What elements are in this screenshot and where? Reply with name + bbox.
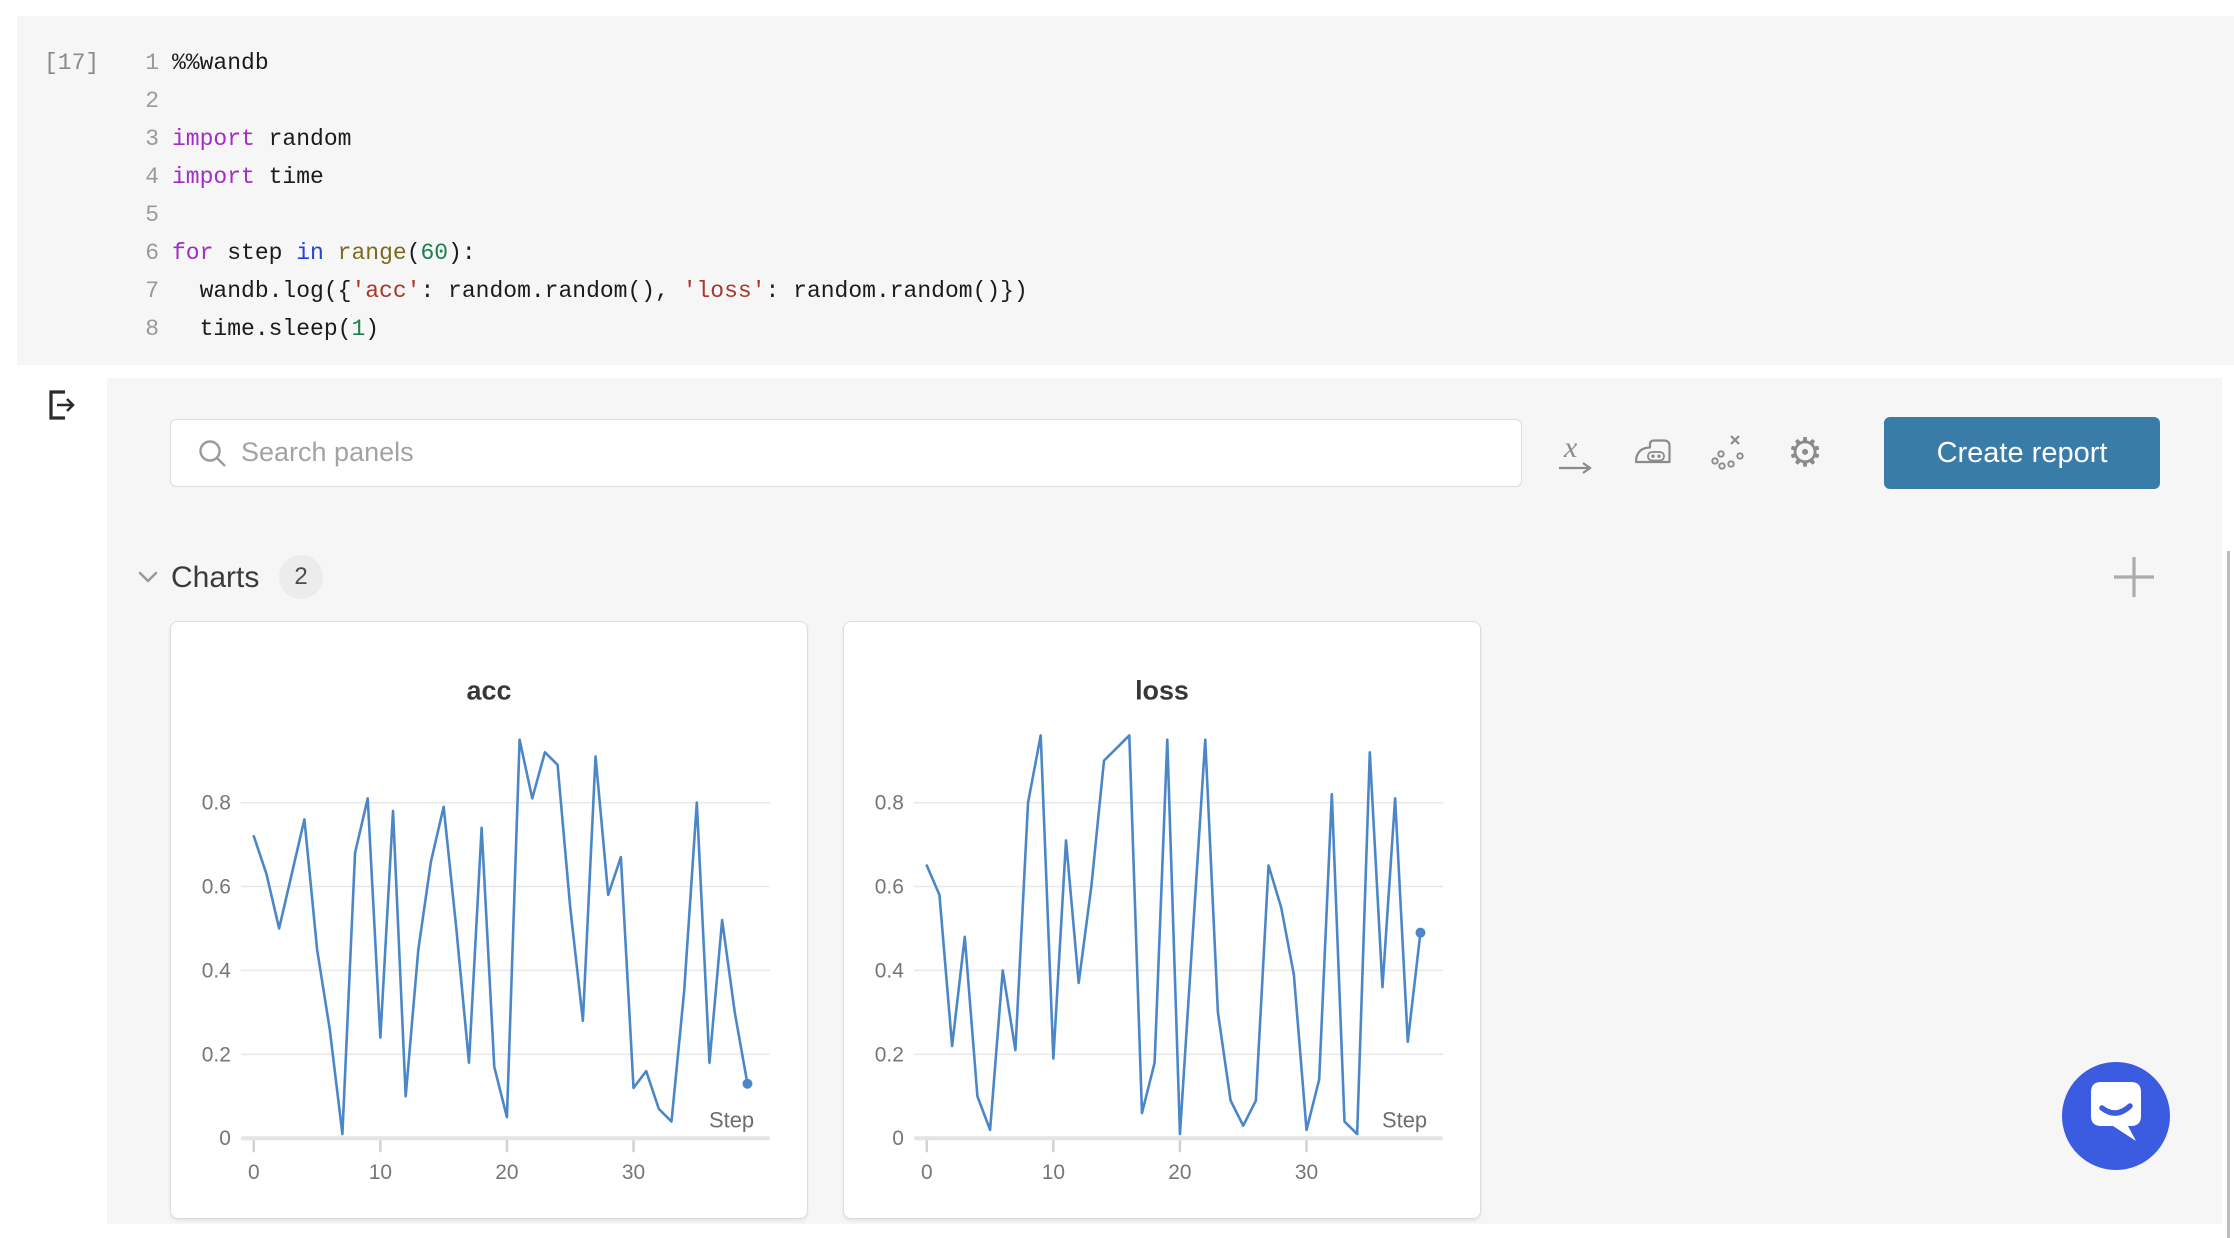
x-axis-expression-icon: x	[1554, 464, 1600, 479]
y-tick-label: 0.6	[875, 875, 904, 898]
line-number: 3	[17, 120, 159, 158]
y-tick-label: 0.2	[875, 1043, 904, 1066]
x-tick-label: 20	[1168, 1161, 1191, 1184]
line-chart-acc: 0 0.2 0.4 0.6 0.8 0 10 20 30 Step acc	[171, 622, 807, 1218]
wandb-panel: x	[107, 378, 2222, 1224]
x-axis-expression-button[interactable]: x	[1554, 430, 1600, 476]
y-tick-label: 0.8	[875, 792, 904, 815]
y-tick-label: 0.8	[202, 792, 231, 815]
x-tick-label: 10	[369, 1161, 392, 1184]
y-tick-label: 0.4	[875, 959, 904, 982]
section-title: Charts	[171, 561, 259, 595]
chat-bubble-icon	[2062, 1158, 2170, 1173]
line-number: 7	[17, 272, 159, 310]
code-text: import random	[172, 120, 351, 158]
collapse-section-button[interactable]	[131, 560, 165, 594]
plus-icon	[2109, 590, 2159, 605]
line-number: 6	[17, 234, 159, 272]
outliers-button[interactable]	[1706, 430, 1752, 476]
settings-button[interactable]: ⚙	[1782, 430, 1828, 476]
line-number: 1	[17, 44, 159, 82]
panel-count-badge: 2	[279, 555, 323, 599]
charts-section-header: Charts 2	[107, 546, 2222, 610]
series-line-loss	[927, 735, 1421, 1134]
search-bar	[170, 419, 1522, 487]
chart-panel-loss[interactable]: 0 0.2 0.4 0.6 0.8 0 10 20 30 Step loss	[843, 621, 1481, 1219]
code-line[interactable]: 4 import time	[17, 158, 2234, 196]
x-tick-label: 30	[622, 1161, 645, 1184]
vertical-scrollbar[interactable]	[2227, 551, 2230, 1238]
chart-title: loss	[1135, 676, 1189, 706]
last-point-marker	[742, 1079, 752, 1089]
intercom-launcher[interactable]	[2062, 1062, 2170, 1170]
code-text: import time	[172, 158, 324, 196]
settings-gear-icon: ⚙	[1782, 430, 1828, 476]
line-number: 8	[17, 310, 159, 348]
chevron-down-icon	[131, 582, 165, 597]
x-axis-label: Step	[709, 1107, 754, 1132]
x-tick-label: 0	[921, 1161, 933, 1184]
x-tick-label: 0	[248, 1161, 260, 1184]
code-line[interactable]: 8 time.sleep(1)	[17, 310, 2234, 348]
create-report-button[interactable]: Create report	[1884, 417, 2160, 489]
code-line[interactable]: 7 wandb.log({'acc': random.random(), 'lo…	[17, 272, 2234, 310]
series-line-acc	[254, 740, 748, 1134]
chart-panel-acc[interactable]: 0 0.2 0.4 0.6 0.8 0 10 20 30 Step acc	[170, 621, 808, 1219]
line-number: 5	[17, 196, 159, 234]
x-axis-label: Step	[1382, 1107, 1427, 1132]
code-text: for step in range(60):	[172, 234, 476, 272]
line-chart-loss: 0 0.2 0.4 0.6 0.8 0 10 20 30 Step loss	[844, 622, 1480, 1218]
code-line[interactable]: 2	[17, 82, 2234, 120]
code-line[interactable]: 3 import random	[17, 120, 2234, 158]
outliers-icon	[1706, 464, 1752, 479]
x-tick-label: 20	[495, 1161, 518, 1184]
chart-title: acc	[467, 676, 512, 706]
svg-text:x: x	[1563, 431, 1578, 464]
code-text: %%wandb	[172, 44, 269, 82]
pop-out-button[interactable]	[38, 382, 82, 426]
add-panel-button[interactable]	[2109, 552, 2159, 602]
code-editor[interactable]: 1 %%wandb 23 import random 4 import time 56 for…	[17, 44, 2234, 348]
y-tick-label: 0.6	[202, 875, 231, 898]
smoothing-iron-icon	[1630, 464, 1676, 479]
notebook-code-cell[interactable]: [17] 1%%wandb23import random4import time…	[17, 16, 2234, 365]
code-line[interactable]: 1 %%wandb	[17, 44, 2234, 82]
last-point-marker	[1415, 928, 1425, 938]
search-input[interactable]	[241, 422, 1501, 482]
screen: [17] 1%%wandb23import random4import time…	[0, 0, 2234, 1238]
y-tick-label: 0.2	[202, 1043, 231, 1066]
code-line[interactable]: 5	[17, 196, 2234, 234]
y-tick-label: 0	[219, 1127, 231, 1150]
pop-out-icon	[38, 414, 82, 429]
smoothing-button[interactable]	[1630, 430, 1676, 476]
y-tick-label: 0.4	[202, 959, 231, 982]
code-line[interactable]: 6 for step in range(60):	[17, 234, 2234, 272]
line-number: 4	[17, 158, 159, 196]
code-text: wandb.log({'acc': random.random(), 'loss…	[172, 272, 1028, 310]
y-tick-label: 0	[892, 1127, 904, 1150]
x-tick-label: 30	[1295, 1161, 1318, 1184]
x-tick-label: 10	[1042, 1161, 1065, 1184]
line-number: 2	[17, 82, 159, 120]
code-text: time.sleep(1)	[172, 310, 379, 348]
